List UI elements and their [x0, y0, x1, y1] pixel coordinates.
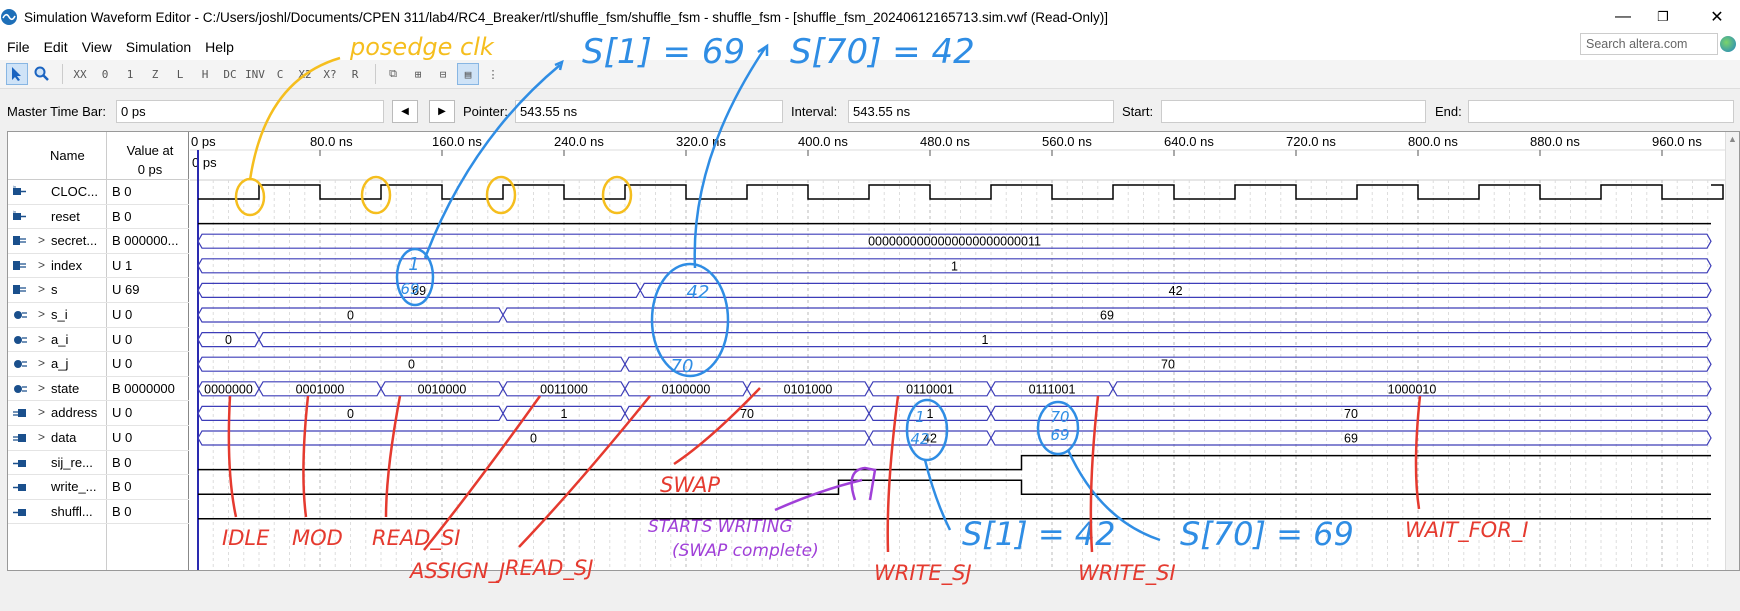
- state-label-annotation: SWAP: [660, 473, 720, 497]
- circle-s-label: 69: [400, 280, 419, 298]
- circle-data-label: 42: [910, 430, 929, 448]
- posedge-clk-annotation: posedge clk: [349, 33, 495, 61]
- starts-writing-arrow: [774, 478, 863, 512]
- posedge-circle: [360, 175, 392, 215]
- state-arrow: [518, 395, 651, 548]
- state-arrow: [302, 395, 310, 518]
- state-label-annotation: MOD: [292, 526, 343, 550]
- state-label-annotation: WAIT_FOR_I: [1405, 518, 1529, 543]
- state-label-annotation: WRITE_SJ: [874, 561, 972, 586]
- circle-addr2-label: 70: [1050, 408, 1069, 426]
- state-arrow: [227, 395, 238, 518]
- circle-addr-label: 1: [915, 408, 925, 426]
- s70-equals-69-annotation: S[70] = 69: [1180, 515, 1354, 553]
- state-arrow: [673, 387, 761, 466]
- write-start-mark: [850, 466, 877, 501]
- state-label-annotation: READ_SJ: [505, 556, 593, 581]
- circle-index-label: 1: [408, 254, 419, 275]
- s1-arrow: [423, 64, 561, 259]
- s70-arrow: [693, 47, 767, 269]
- posedge-circle: [234, 177, 266, 217]
- state-label-annotation: IDLE: [222, 526, 270, 550]
- state-label-annotation: WRITE_SI: [1078, 561, 1176, 586]
- s1-equals-69-annotation: S[1] = 69: [582, 32, 745, 72]
- state-label-annotation: ASSIGN_J: [408, 559, 505, 584]
- state-label-annotation: READ_SI: [372, 526, 460, 551]
- circle-aj-label: 70: [671, 356, 694, 377]
- swap-complete-annotation: (SWAP complete): [672, 541, 819, 561]
- posedge-circle: [601, 175, 633, 215]
- state-arrow: [1414, 395, 1422, 510]
- circle-s42-label: 42: [687, 282, 710, 303]
- s70-equals-42-annotation: S[70] = 42: [790, 32, 975, 72]
- posedge-circle: [485, 175, 517, 215]
- state-arrow: [886, 395, 900, 553]
- starts-writing-annotation: STARTS WRITING: [648, 517, 793, 537]
- circle-data2-label: 69: [1050, 426, 1069, 444]
- s1-42-arrow: [923, 459, 952, 531]
- waveform-editor-window: Simulation Waveform Editor - C:/Users/jo…: [0, 0, 1740, 611]
- posedge-arrow: [248, 56, 341, 181]
- annotation-overlay: posedge clk S[1] = 69 S[70] = 42 1 69 42 70 1 42…: [222, 32, 1529, 586]
- state-arrow: [384, 395, 402, 518]
- state-arrow: [423, 395, 542, 551]
